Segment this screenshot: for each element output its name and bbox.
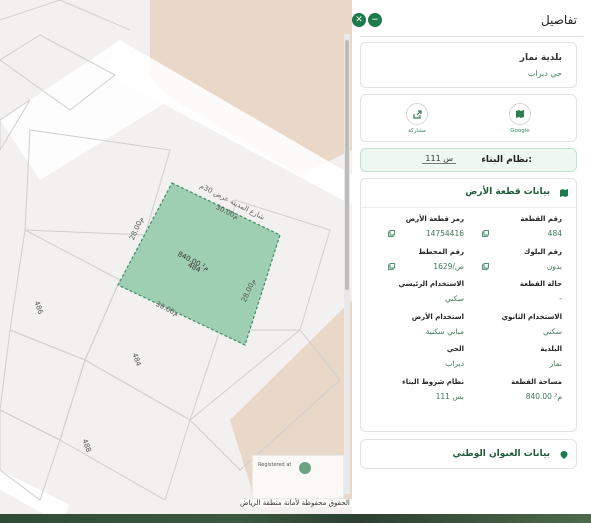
field-label: البلدية xyxy=(540,345,562,353)
address-section-title: بيانات العنوان الوطني xyxy=(452,449,551,459)
field-label: رمز قطعة الأرض xyxy=(405,215,464,223)
copy-icon[interactable] xyxy=(388,262,395,270)
field-label: استخدام الأرض xyxy=(411,312,464,321)
bottom-bar xyxy=(0,514,591,523)
copyright-footer: جميع الحقوق محفوظة لأمانة منطقة الرياض xyxy=(240,499,352,507)
field-label: الحي xyxy=(446,345,464,353)
field-value: 840.00 م² xyxy=(525,391,562,401)
location-pin-icon xyxy=(560,451,568,459)
close-icon: ✕ xyxy=(355,15,363,25)
address-card[interactable]: بيانات العنوان الوطني xyxy=(360,439,577,469)
close-button[interactable]: ✕ xyxy=(352,13,366,27)
panel-scrollbar[interactable] xyxy=(344,34,350,494)
share-label: مشاركة xyxy=(408,128,426,134)
field-label: نظام شروط البناء xyxy=(402,377,464,386)
field-value: نمار xyxy=(549,359,562,368)
field-value: 1629/ص xyxy=(433,261,464,271)
field-label: الاستخدام الرئيسي xyxy=(398,280,464,288)
building-system-label: نظام البناء: xyxy=(481,155,532,165)
field-value: - xyxy=(559,294,562,303)
share-icon xyxy=(406,103,428,125)
watermark-text: Registered at xyxy=(258,462,292,468)
copy-icon[interactable] xyxy=(482,262,489,270)
field-label: الاستخدام الثانوي xyxy=(501,312,562,321)
building-system-bar: نظام البناء: س 111 xyxy=(360,148,577,172)
google-button[interactable]: Google xyxy=(500,103,540,134)
field-value: سكني xyxy=(445,294,464,303)
share-button[interactable]: مشاركة xyxy=(397,103,437,134)
map-icon xyxy=(560,189,568,197)
field-label: رقم المخطط xyxy=(418,247,464,256)
field-label: حالة القطعة xyxy=(519,280,562,288)
field-value: بس 111 xyxy=(435,391,464,401)
actions-card: Google مشاركة xyxy=(360,94,577,142)
field-value: مباني سكنية xyxy=(425,326,464,336)
land-data-card: بيانات قطعة الأرض رقم القطعة 484 رمز قطعة … xyxy=(360,178,577,432)
panel-title: تفاصيل xyxy=(541,13,577,27)
municipality-name: بلدية نمار xyxy=(519,53,562,63)
field-value: 484 xyxy=(547,229,562,238)
map-icon xyxy=(509,103,531,125)
section-divider xyxy=(361,207,576,208)
copy-icon[interactable] xyxy=(388,230,395,237)
municipality-card: بلدية نمار حي ديراب xyxy=(360,42,577,88)
field-label: مساحة القطعة xyxy=(511,377,562,386)
district-name: حي ديراب xyxy=(527,69,562,78)
details-panel: تفاصيل ✕ − بلدية نمار حي ديراب Google مش… xyxy=(352,0,591,514)
field-value: 14754416 xyxy=(425,229,464,238)
field-value: ديراب xyxy=(445,359,464,368)
copy-icon[interactable] xyxy=(482,230,489,237)
field-value: سكني xyxy=(543,326,562,336)
map-canvas[interactable] xyxy=(0,0,352,523)
building-system-value[interactable]: س 111 xyxy=(422,154,456,164)
map-view[interactable]: شارع المدينة عرض 30م 840.00 م² 484 30.00… xyxy=(0,0,352,523)
field-label: رقم البلوك xyxy=(523,247,562,256)
google-label: Google xyxy=(510,128,530,134)
land-section-title: بيانات قطعة الأرض xyxy=(465,187,550,197)
minimize-button[interactable]: − xyxy=(368,13,382,27)
header-divider xyxy=(360,36,583,37)
minus-icon: − xyxy=(371,15,379,25)
scrollbar-thumb[interactable] xyxy=(345,40,349,290)
field-label: رقم القطعة xyxy=(520,215,562,223)
field-value: بدون xyxy=(546,261,562,271)
